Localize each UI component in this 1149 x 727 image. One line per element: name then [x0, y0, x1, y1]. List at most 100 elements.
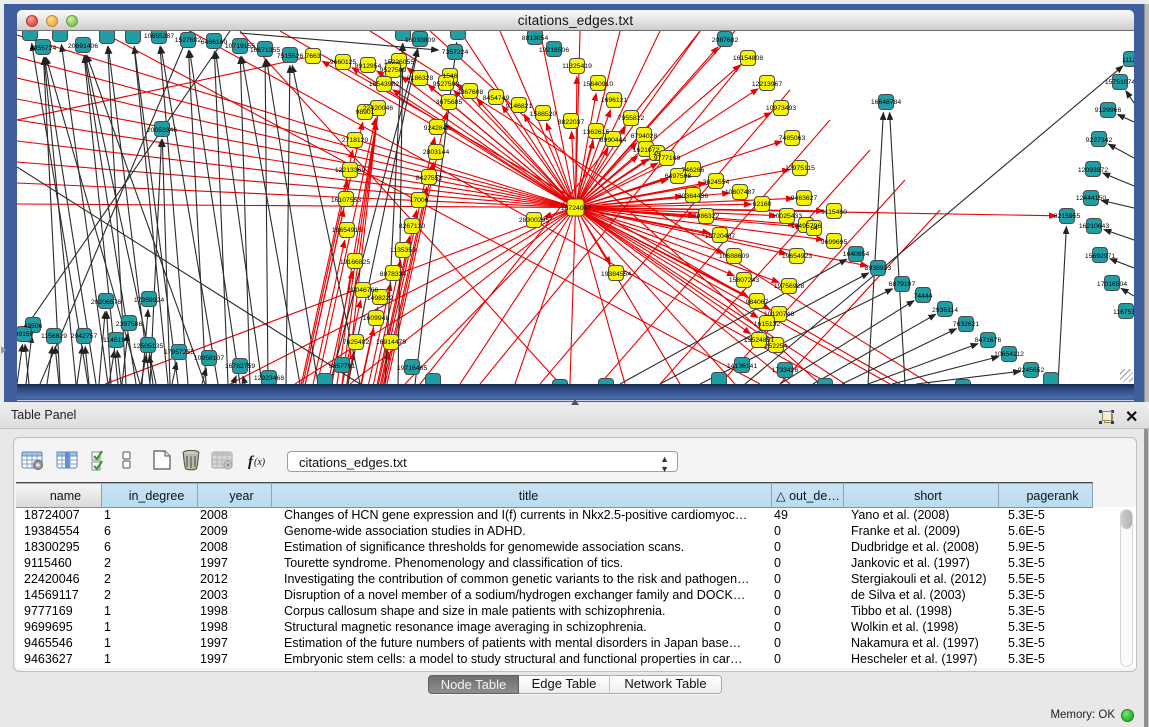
svg-text:2087682: 2087682	[712, 37, 739, 44]
svg-text:10025433: 10025433	[772, 213, 802, 220]
svg-text:984067: 984067	[746, 299, 769, 306]
svg-text:8813054: 8813054	[522, 35, 549, 42]
svg-text:10807487: 10807487	[725, 189, 755, 196]
svg-text:3624554: 3624554	[703, 179, 730, 186]
svg-text:1609948: 1609948	[363, 315, 390, 322]
svg-text:19654915: 19654915	[332, 227, 362, 234]
svg-text:6497568: 6497568	[665, 173, 692, 180]
svg-text:11325419: 11325419	[562, 63, 592, 70]
svg-text:9527508: 9527508	[433, 81, 460, 88]
svg-text:8427552: 8427552	[416, 175, 443, 182]
svg-text:8990444: 8990444	[600, 137, 627, 144]
svg-text:2803144: 2803144	[423, 149, 450, 156]
svg-text:16543982: 16543982	[369, 81, 399, 88]
svg-text:74444: 74444	[914, 293, 933, 300]
svg-text:15807243: 15807243	[729, 277, 759, 284]
svg-text:9699695: 9699695	[821, 239, 848, 246]
svg-text:7485063: 7485063	[779, 135, 806, 142]
svg-text:10046766: 10046766	[348, 287, 378, 294]
svg-text:9146821: 9146821	[506, 103, 533, 110]
svg-text:8878334: 8878334	[380, 271, 407, 278]
svg-text:64: 64	[810, 225, 818, 232]
svg-text:9129966: 9129966	[1095, 107, 1122, 114]
svg-text:1588520: 1588520	[530, 111, 557, 118]
svg-text:252254: 252254	[765, 343, 788, 350]
svg-text:16210643: 16210643	[1079, 223, 1109, 230]
svg-text:(x): (x)	[254, 457, 266, 468]
svg-text:14136141: 14136141	[727, 363, 757, 370]
svg-text:12505135: 12505135	[133, 343, 163, 350]
svg-text:3675685: 3675685	[436, 99, 463, 106]
svg-text:1498222: 1498222	[367, 295, 394, 302]
svg-text:7515526: 7515526	[277, 53, 304, 60]
svg-text:1546: 1546	[442, 73, 457, 80]
svg-text:39159: 39159	[17, 331, 34, 338]
svg-text:8186328: 8186328	[407, 75, 434, 82]
svg-text:2942757: 2942757	[71, 333, 98, 340]
svg-text:12093872: 12093872	[1078, 167, 1108, 174]
svg-text:19218506: 19218506	[539, 47, 569, 54]
svg-text:12444150: 12444150	[1076, 195, 1106, 202]
svg-text:12975115: 12975115	[785, 165, 815, 172]
svg-text:10958107: 10958107	[194, 355, 224, 362]
svg-text:1527602: 1527602	[175, 37, 202, 44]
svg-text:6879197: 6879197	[889, 281, 916, 288]
svg-text:1135359: 1135359	[390, 247, 416, 254]
svg-text:1733426: 1733426	[772, 367, 799, 374]
svg-text:7357224: 7357224	[442, 49, 469, 56]
svg-text:8822037: 8822037	[558, 119, 585, 126]
svg-text:12213967: 12213967	[752, 81, 782, 88]
svg-text:20053346: 20053346	[147, 127, 177, 134]
svg-text:9527509: 9527509	[380, 67, 407, 74]
svg-text:15751074: 15751074	[1105, 79, 1134, 86]
svg-text:8938923: 8938923	[865, 265, 892, 272]
svg-text:43506: 43506	[24, 323, 43, 330]
svg-text:8471676: 8471676	[975, 337, 1002, 344]
svg-text:12923468: 12923468	[254, 375, 284, 382]
svg-text:12213369: 12213369	[335, 167, 365, 174]
svg-text:1145194: 1145194	[103, 337, 129, 344]
svg-text:7625402: 7625402	[343, 339, 370, 346]
svg-text:16648784: 16648784	[871, 99, 901, 106]
svg-text:17957255: 17957255	[164, 349, 194, 356]
svg-text:10973493: 10973493	[766, 105, 796, 112]
svg-text:10120746: 10120746	[764, 311, 794, 318]
svg-text:20364436: 20364436	[678, 193, 708, 200]
svg-text:2867608: 2867608	[457, 89, 484, 96]
svg-text:16154808: 16154808	[733, 55, 763, 62]
svg-text:20691406: 20691406	[68, 43, 98, 50]
svg-text:17006: 17006	[410, 197, 429, 204]
svg-text:10688609: 10688609	[719, 253, 749, 260]
svg-text:1640954: 1640954	[843, 251, 870, 258]
svg-text:16782759: 16782759	[225, 363, 255, 370]
svg-text:4055724: 4055724	[30, 45, 57, 52]
svg-text:6466160: 6466160	[201, 39, 228, 46]
svg-text:1167533: 1167533	[1113, 309, 1134, 316]
svg-text:8215955: 8215955	[1054, 213, 1081, 220]
svg-text:1696121: 1696121	[601, 97, 628, 104]
svg-text:2718120: 2718120	[342, 137, 369, 144]
svg-text:8267130: 8267130	[399, 223, 426, 230]
svg-text:17359924: 17359924	[134, 297, 164, 304]
svg-text:9245652: 9245652	[1018, 367, 1045, 374]
svg-text:9660125: 9660125	[330, 59, 357, 66]
svg-text:15640910: 15640910	[583, 81, 613, 88]
svg-text:10655287: 10655287	[144, 33, 174, 40]
svg-text:9115460: 9115460	[821, 209, 847, 216]
svg-text:7955812: 7955812	[618, 115, 645, 122]
svg-text:10654112: 10654112	[994, 351, 1024, 358]
svg-text:9227342: 9227342	[1086, 137, 1113, 144]
svg-text:16107553: 16107553	[331, 197, 361, 204]
svg-text:17016504: 17016504	[1097, 281, 1127, 288]
svg-text:62160: 62160	[753, 201, 772, 208]
svg-text:98901: 98901	[356, 109, 375, 116]
svg-text:2397586: 2397586	[116, 321, 143, 328]
svg-text:19654923: 19654923	[782, 253, 812, 260]
svg-text:15226055: 15226055	[384, 59, 414, 66]
svg-text:7986322: 7986322	[693, 213, 720, 220]
svg-text:20206576: 20206576	[91, 299, 121, 306]
svg-text:19756928: 19756928	[774, 283, 804, 290]
svg-text:8454749: 8454749	[483, 95, 510, 102]
svg-text:7632621: 7632621	[953, 321, 980, 328]
svg-text:16033809: 16033809	[405, 37, 435, 44]
